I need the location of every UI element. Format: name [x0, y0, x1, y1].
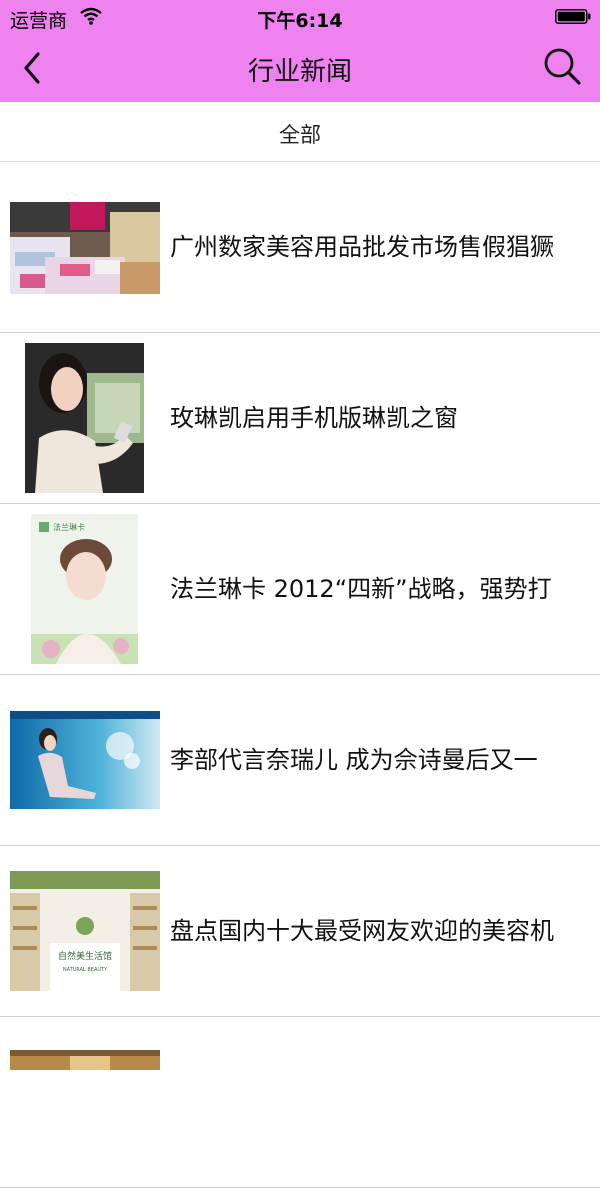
nav-bar: 行业新闻	[0, 34, 600, 102]
news-title: 广州数家美容用品批发市场售假猖獗	[170, 233, 554, 261]
news-item[interactable]: 法兰琳卡 法兰琳卡 2012“四新”战略，强势打	[0, 504, 600, 675]
status-time: 下午6:14	[257, 10, 343, 32]
news-title: 法兰琳卡 2012“四新”战略，强势打	[170, 575, 552, 603]
shop-sign-text: 自然美生活馆	[58, 950, 112, 962]
news-item[interactable]: 玫琳凯启用手机版琳凯之窗	[0, 333, 600, 504]
news-list: 广州数家美容用品批发市场售假猖獗 玫琳凯启用手机版琳凯之窗 法兰琳卡 法兰琳卡 …	[0, 162, 600, 1188]
news-item[interactable]	[0, 1017, 600, 1188]
page-title: 行业新闻	[247, 57, 352, 87]
news-thumbnail	[25, 343, 144, 493]
shop-sign-en-text: NATURAL BEAUTY	[63, 967, 108, 973]
battery-icon	[555, 9, 591, 24]
news-thumbnail	[10, 1050, 160, 1070]
tab-all[interactable]: 全部	[0, 119, 600, 149]
category-tab-bar: 全部	[0, 102, 600, 162]
news-thumbnail	[10, 711, 160, 809]
news-title: 玫琳凯启用手机版琳凯之窗	[170, 404, 458, 432]
status-bar: 运营商 下午6:14	[0, 0, 600, 34]
news-thumbnail: 法兰琳卡	[31, 514, 138, 664]
news-title: 盘点国内十大最受网友欢迎的美容机	[170, 917, 554, 945]
brand-logo-text: 法兰琳卡	[53, 522, 85, 532]
news-item[interactable]: 自然美生活馆 NATURAL BEAUTY 盘点国内十大最受网友欢迎的美容机	[0, 846, 600, 1017]
news-item[interactable]: 李部代言奈瑞儿 成为佘诗曼后又一	[0, 675, 600, 846]
header: 运营商 下午6:14 行业新闻	[0, 0, 600, 102]
news-title: 李部代言奈瑞儿 成为佘诗曼后又一	[170, 746, 538, 774]
news-thumbnail: 自然美生活馆 NATURAL BEAUTY	[10, 871, 160, 991]
search-icon[interactable]	[542, 46, 582, 86]
news-item[interactable]: 广州数家美容用品批发市场售假猖獗	[0, 162, 600, 333]
news-thumbnail	[10, 202, 160, 294]
